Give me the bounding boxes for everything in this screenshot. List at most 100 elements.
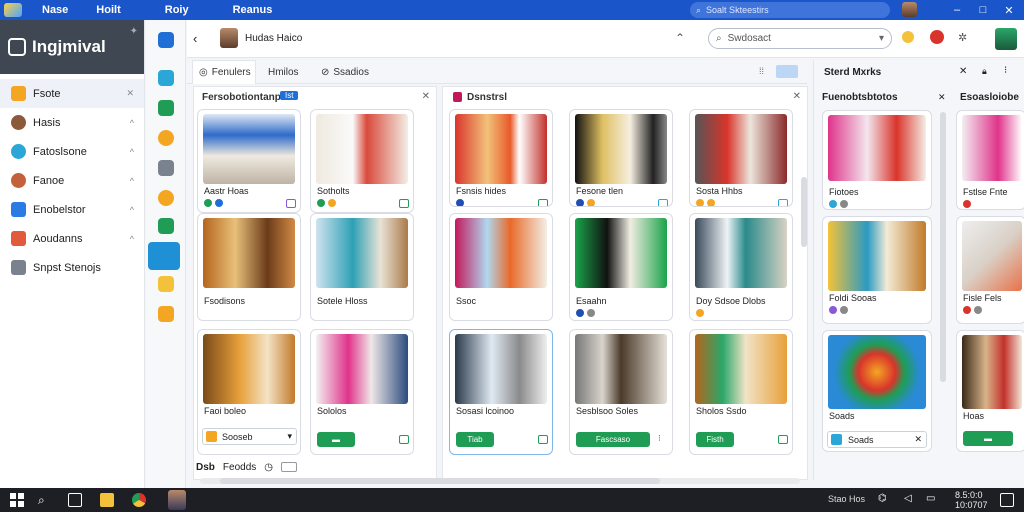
lock-icon[interactable]: 🔒︎: [982, 66, 987, 77]
close-icon[interactable]: ✕: [959, 66, 967, 77]
start-icon[interactable]: [10, 493, 24, 507]
tab-2[interactable]: ⊘ Ssadios: [315, 60, 375, 84]
vertical-scrollbar[interactable]: [801, 177, 807, 247]
close-icon[interactable]: ✕: [938, 92, 946, 103]
store-card[interactable]: Hoas ▬: [956, 330, 1024, 452]
app-taskbar-icon[interactable]: [168, 490, 186, 510]
select-checkbox[interactable]: [778, 435, 788, 444]
sidebar-item-0[interactable]: Fsote ✕: [0, 79, 144, 108]
share-icon[interactable]: ⌃: [675, 31, 685, 45]
store-icon[interactable]: [158, 100, 174, 116]
network-icon[interactable]: ⌬: [878, 493, 892, 507]
store-card[interactable]: Sotholts: [310, 109, 414, 213]
search-icon[interactable]: ⌕: [38, 493, 52, 507]
tab-0[interactable]: ◎ Fenulers: [192, 60, 256, 84]
vertical-scrollbar[interactable]: [940, 112, 946, 382]
close-icon[interactable]: ✕: [422, 91, 430, 102]
menu-item-2[interactable]: Roiy: [165, 4, 189, 16]
pin-icon[interactable]: ✦: [130, 26, 138, 37]
back-icon[interactable]: ‹: [193, 31, 197, 46]
sort-dropdown[interactable]: Sooseb ▾: [202, 428, 297, 445]
close-icon[interactable]: ✕: [793, 91, 801, 102]
action-button[interactable]: Tiab: [456, 432, 494, 447]
select-checkbox[interactable]: [538, 435, 548, 444]
store-card[interactable]: Sosasi lcoinoo Tiab: [449, 329, 553, 455]
maximize-button[interactable]: □: [970, 0, 996, 20]
tab-1[interactable]: Hmilos: [262, 60, 305, 84]
store-card[interactable]: Doy Sdsoe Dlobs: [689, 213, 793, 321]
store-card[interactable]: Fiotoes: [822, 110, 932, 210]
select-checkbox[interactable]: [658, 199, 668, 206]
store-card[interactable]: Foldi Sooas: [822, 216, 932, 324]
menu-item-1[interactable]: Hoilt: [96, 4, 120, 16]
horizontal-scroll-track[interactable]: [200, 478, 800, 484]
sidebar-item-4[interactable]: Enobelstor ^: [0, 195, 144, 224]
more-icon[interactable]: ⁝: [658, 433, 661, 444]
chart-icon[interactable]: [158, 218, 174, 234]
store-card[interactable]: Fisle Fels: [956, 216, 1024, 324]
notification-icon[interactable]: [902, 31, 914, 43]
notification-center-icon[interactable]: [1000, 493, 1014, 507]
chevron-down-icon[interactable]: ▾: [879, 33, 884, 44]
store-card[interactable]: Esaahn: [569, 213, 673, 321]
store-card[interactable]: Fstlse Fnte: [956, 110, 1024, 210]
close-icon[interactable]: ✕: [914, 434, 922, 445]
star-icon[interactable]: [158, 130, 174, 146]
store-card[interactable]: Sololos ▬: [310, 329, 414, 455]
note-icon[interactable]: [158, 276, 174, 292]
battery-icon[interactable]: ▭: [926, 493, 940, 507]
select-checkbox[interactable]: [399, 199, 409, 208]
file-explorer-icon[interactable]: [100, 493, 114, 507]
list-view-icon[interactable]: [776, 65, 798, 78]
alert-icon[interactable]: [930, 30, 944, 44]
store-card[interactable]: Sosta Hhbs: [689, 109, 793, 207]
search-input[interactable]: ⌕ Swdosact ▾: [708, 28, 892, 49]
menu-item-0[interactable]: Nase: [42, 4, 68, 16]
settings-icon[interactable]: ✲: [958, 31, 967, 44]
chat-icon[interactable]: [148, 242, 180, 270]
minimize-button[interactable]: –: [944, 0, 970, 20]
store-card[interactable]: Faoi boleo Sooseb ▾: [197, 329, 301, 455]
action-button[interactable]: Fascsaso: [576, 432, 650, 447]
menu-item-3[interactable]: Reanus: [233, 4, 273, 16]
image-icon[interactable]: [158, 70, 174, 86]
store-card[interactable]: Sesblsoo Soles Fascsaso ⁝: [569, 329, 673, 455]
store-card[interactable]: Fsodisons: [197, 213, 301, 321]
home-icon[interactable]: [158, 160, 174, 176]
sort-dropdown[interactable]: Soads ✕: [827, 431, 927, 448]
sidebar-item-1[interactable]: Hasis ^: [0, 108, 144, 137]
grid-icon[interactable]: [158, 32, 174, 48]
sidebar-item-6[interactable]: Snpst Stenojs: [0, 253, 144, 282]
select-checkbox[interactable]: [286, 199, 296, 208]
store-card[interactable]: Aastr Hoas: [197, 109, 301, 213]
tag-icon[interactable]: [158, 190, 174, 206]
store-card[interactable]: Ssoc: [449, 213, 553, 321]
select-checkbox[interactable]: [399, 435, 409, 444]
action-button[interactable]: ▬: [963, 431, 1013, 446]
store-card[interactable]: Soads Soads ✕: [822, 330, 932, 452]
store-card[interactable]: Sholos Ssdo Fisth: [689, 329, 793, 455]
user-avatar[interactable]: [902, 2, 917, 17]
store-card[interactable]: Fesone tlen: [569, 109, 673, 207]
select-checkbox[interactable]: [538, 199, 548, 206]
more-icon[interactable]: ⁝: [1004, 65, 1007, 76]
volume-icon[interactable]: ◁: [904, 493, 918, 507]
task-view-icon[interactable]: [68, 493, 82, 507]
layers-icon[interactable]: [158, 306, 174, 322]
action-button[interactable]: Fisth: [696, 432, 734, 447]
title-search-field[interactable]: ⌕ Soalt Skteestirs: [690, 2, 890, 18]
close-icon[interactable]: ✕: [126, 88, 134, 99]
sidebar-item-5[interactable]: Aoudanns ^: [0, 224, 144, 253]
grid-view-icon[interactable]: ⁞⁞: [759, 66, 764, 76]
store-card[interactable]: Sotele Hloss: [310, 213, 414, 321]
sidebar-item-3[interactable]: Fanoe ^: [0, 166, 144, 195]
horizontal-scrollbar[interactable]: [220, 478, 660, 484]
action-button[interactable]: ▬: [317, 432, 355, 447]
sidebar-item-2[interactable]: Fatoslsone ^: [0, 137, 144, 166]
close-button[interactable]: ✕: [996, 0, 1022, 20]
select-checkbox[interactable]: [778, 199, 788, 206]
user-avatar[interactable]: [995, 28, 1017, 50]
store-card[interactable]: Fsnsis hides: [449, 109, 553, 207]
clock-icon[interactable]: ◷: [264, 462, 273, 473]
browser-icon[interactable]: [132, 493, 146, 507]
